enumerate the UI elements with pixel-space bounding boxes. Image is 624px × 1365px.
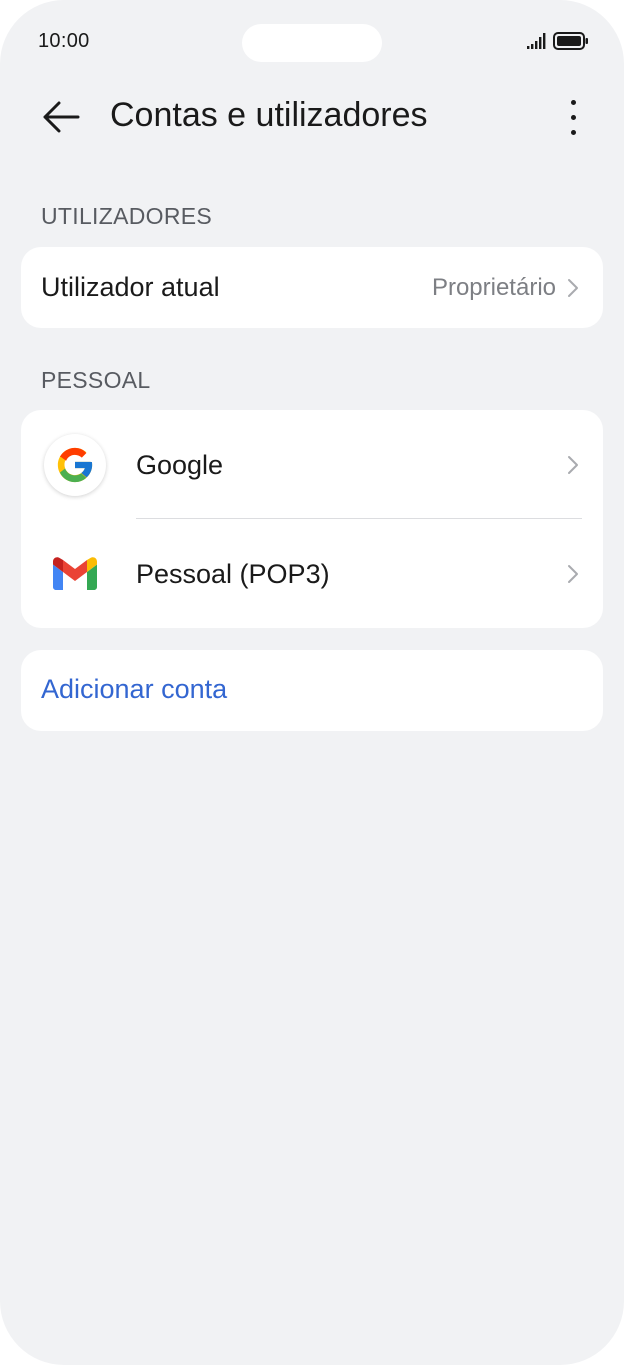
- section-header-personal: PESSOAL: [41, 367, 151, 393]
- battery-full-icon: [553, 32, 588, 50]
- gmail-logo-icon: [53, 557, 97, 590]
- add-account-card[interactable]: Adicionar conta: [21, 650, 603, 731]
- more-vertical-icon: [570, 99, 576, 105]
- current-user-value: Proprietário: [431, 274, 556, 301]
- account-label-google: Google: [136, 450, 224, 480]
- current-user-row[interactable]: Utilizador atual Proprietário: [21, 247, 603, 328]
- status-time: 10:00: [38, 30, 90, 52]
- page-title: Contas e utilizadores: [110, 96, 428, 134]
- google-logo-icon: [57, 447, 93, 483]
- arrow-left-icon: [43, 101, 80, 133]
- chevron-right-icon: [568, 279, 578, 297]
- gmail-icon: [44, 543, 106, 605]
- add-account-button[interactable]: Adicionar conta: [41, 674, 227, 705]
- phone-screen: 10:00 Contas e utilizadores UTILIZADORES…: [0, 0, 624, 1365]
- current-user-label: Utilizador atual: [41, 272, 220, 302]
- google-icon: [44, 434, 106, 496]
- more-vertical-icon-dot: [570, 129, 576, 135]
- account-row-pop3[interactable]: Pessoal (POP3): [21, 519, 603, 628]
- account-label-pop3: Pessoal (POP3): [136, 559, 330, 589]
- account-row-google[interactable]: Google: [21, 410, 603, 518]
- section-header-users: UTILIZADORES: [41, 203, 213, 229]
- chevron-right-icon: [568, 456, 578, 474]
- chevron-right-icon: [568, 565, 578, 583]
- more-vertical-icon-dot: [570, 114, 576, 120]
- more-options-button[interactable]: [552, 94, 594, 140]
- back-button[interactable]: [36, 94, 86, 140]
- accounts-card: Google Pessoal (POP3): [21, 410, 603, 628]
- camera-notch: [242, 24, 382, 62]
- users-card: Utilizador atual Proprietário: [21, 247, 603, 328]
- signal-bars-icon: [527, 33, 546, 49]
